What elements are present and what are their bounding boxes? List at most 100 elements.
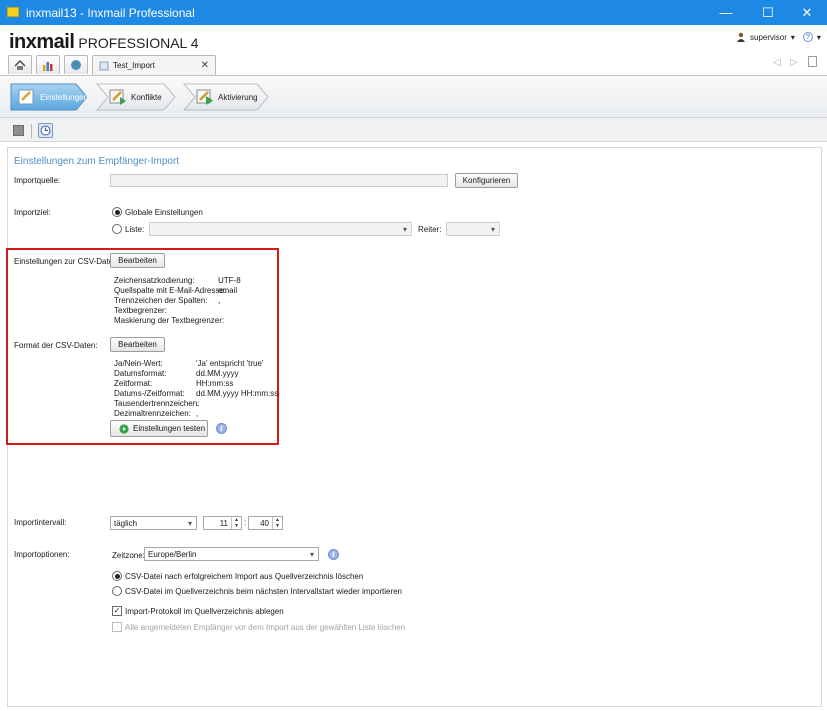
inxmail-logo: inxmail PROFESSIONAL 4 bbox=[9, 31, 199, 54]
csv-format-value: , bbox=[196, 409, 199, 418]
csv-file-key: Textbegrenzer: bbox=[114, 306, 167, 315]
chevron-down-icon: ▾ bbox=[490, 224, 495, 234]
list-select[interactable]: ▾ bbox=[149, 222, 412, 236]
list-radio[interactable] bbox=[112, 224, 122, 234]
csv-file-key: Trennzeichen der Spalten: bbox=[114, 296, 208, 305]
user-dropdown-icon: ▾ bbox=[790, 32, 795, 42]
delete-csv-label: CSV-Datei nach erfolgreichem Import aus … bbox=[125, 572, 364, 581]
tab-test-import[interactable]: Test_Import ✕ bbox=[92, 55, 216, 75]
timezone-label: Zeitzone: bbox=[112, 551, 145, 560]
csv-file-key: Quellspalte mit E-Mail-Adresse: bbox=[114, 286, 227, 295]
tab-label: Test_Import bbox=[113, 61, 155, 70]
csv-format-key: Datums-/Zeitformat: bbox=[114, 389, 185, 398]
csv-file-value: , bbox=[218, 296, 221, 305]
csv-format-label: Format der CSV-Daten: bbox=[14, 341, 98, 350]
app-icon bbox=[7, 7, 19, 17]
window-title: inxmail13 - Inxmail Professional bbox=[26, 6, 195, 20]
interval-select-value: täglich bbox=[114, 518, 138, 528]
home-tab[interactable] bbox=[8, 55, 32, 74]
csv-format-values: 'Ja' entspricht 'true' dd.MM.yyyy HH:mm:… bbox=[196, 359, 278, 419]
toolbar bbox=[0, 118, 827, 142]
clock-icon bbox=[40, 125, 51, 136]
list-label: Liste: bbox=[125, 225, 145, 234]
reimport-csv-label: CSV-Datei im Quellverzeichnis beim nächs… bbox=[125, 587, 402, 596]
csv-format-value: 'Ja' entspricht 'true' bbox=[196, 359, 264, 368]
hour-stepper[interactable]: 11 ▲ ▼ bbox=[203, 516, 242, 530]
reiter-label: Reiter: bbox=[418, 225, 442, 234]
interval-select[interactable]: täglich ▾ bbox=[110, 516, 197, 530]
chevron-down-icon: ▾ bbox=[309, 549, 314, 559]
minute-stepper[interactable]: 40 ▲ ▼ bbox=[248, 516, 283, 530]
csv-format-value: . bbox=[196, 399, 199, 408]
reimport-csv-radio[interactable] bbox=[112, 586, 122, 596]
global-tab[interactable] bbox=[64, 55, 88, 74]
csv-file-value: UTF-8 bbox=[218, 276, 241, 285]
chevron-down-icon: ▾ bbox=[187, 518, 192, 528]
close-window-button[interactable]: ✕ bbox=[784, 0, 827, 25]
configure-button[interactable]: Konfigurieren bbox=[455, 173, 518, 188]
csv-format-value: dd.MM.yyyy HH:mm:ss bbox=[196, 389, 279, 398]
minute-value: 40 bbox=[260, 518, 269, 528]
protocol-checkbox[interactable]: ✓ bbox=[112, 606, 122, 616]
timezone-select[interactable]: Europe/Berlin ▾ bbox=[144, 547, 319, 561]
delete-csv-radio[interactable] bbox=[112, 571, 122, 581]
back-arrow-icon[interactable]: ◁ bbox=[773, 57, 781, 68]
help-icon[interactable]: ? bbox=[802, 32, 813, 42]
user-name: supervisor bbox=[750, 32, 787, 42]
csv-format-keys: Ja/Nein-Wert: Datumsformat: Zeitformat: … bbox=[114, 359, 199, 419]
toolbar-divider bbox=[31, 124, 32, 138]
conflicts-step-icon bbox=[109, 89, 126, 105]
wizard-step-label: Einstellungen bbox=[40, 92, 89, 102]
info-icon[interactable]: i bbox=[216, 423, 227, 434]
logo-product: PROFESSIONAL 4 bbox=[78, 35, 199, 51]
play-icon bbox=[119, 423, 129, 434]
csv-file-key: Zeichensatzkodierung: bbox=[114, 276, 195, 285]
stepper-down-icon[interactable]: ▼ bbox=[232, 523, 241, 529]
wizard-step-conflicts[interactable]: Konflikte bbox=[109, 83, 162, 111]
csv-format-key: Datumsformat: bbox=[114, 369, 167, 378]
csv-format-key: Ja/Nein-Wert: bbox=[114, 359, 163, 368]
csv-format-edit-button[interactable]: Bearbeiten bbox=[110, 337, 165, 352]
import-interval-label: Importintervall: bbox=[14, 518, 67, 527]
user-menu[interactable]: supervisor ▾ ? ▾ bbox=[736, 32, 821, 42]
home-icon bbox=[14, 59, 26, 70]
wizard-step-settings[interactable]: Einstellungen bbox=[18, 83, 88, 111]
bar-chart-icon bbox=[43, 61, 53, 71]
stepper-down-icon[interactable]: ▼ bbox=[273, 523, 282, 529]
test-settings-button[interactable]: Einstellungen testen bbox=[110, 420, 208, 437]
tab-close-icon[interactable]: ✕ bbox=[201, 60, 209, 71]
csv-file-edit-button[interactable]: Bearbeiten bbox=[110, 253, 165, 268]
help-dropdown-icon: ▾ bbox=[816, 32, 821, 42]
tab-document-icon bbox=[99, 61, 109, 70]
csv-file-key: Maskierung der Textbegrenzer: bbox=[114, 316, 225, 325]
csv-file-values: UTF-8 email , bbox=[218, 276, 241, 326]
save-icon[interactable] bbox=[13, 125, 24, 136]
schedule-button[interactable] bbox=[38, 123, 53, 138]
test-settings-label: Einstellungen testen bbox=[133, 424, 206, 433]
page-icon[interactable] bbox=[808, 56, 817, 67]
chevron-down-icon: ▾ bbox=[402, 224, 407, 234]
reiter-select[interactable]: ▾ bbox=[446, 222, 500, 236]
csv-format-key: Tausendertrennzeichen: bbox=[114, 399, 200, 408]
timezone-info-icon[interactable]: i bbox=[328, 549, 339, 560]
globe-icon bbox=[71, 60, 81, 70]
csv-file-label: Einstellungen zur CSV-Datei: bbox=[14, 257, 118, 266]
import-source-field[interactable] bbox=[110, 174, 448, 187]
global-settings-label: Globale Einstellungen bbox=[125, 208, 203, 217]
user-icon bbox=[737, 32, 745, 42]
window-titlebar: inxmail13 - Inxmail Professional — ☐ ✕ bbox=[0, 0, 827, 25]
section-title: Einstellungen zum Empfänger-Import bbox=[14, 156, 180, 167]
minimize-button[interactable]: — bbox=[703, 0, 749, 25]
csv-file-value: email bbox=[218, 286, 238, 295]
csv-format-key: Dezimaltrennzeichen: bbox=[114, 409, 191, 418]
protocol-label: Import-Protokoll im Quellverzeichnis abl… bbox=[125, 607, 284, 616]
wizard-step-label: Aktivierung bbox=[218, 92, 258, 102]
csv-format-value: HH:mm:ss bbox=[196, 379, 234, 388]
wizard-step-activation[interactable]: Aktivierung bbox=[196, 83, 258, 111]
reports-tab[interactable] bbox=[36, 55, 60, 74]
global-settings-radio[interactable] bbox=[112, 207, 122, 217]
delete-recipients-checkbox[interactable] bbox=[112, 622, 122, 632]
import-options-label: Importoptionen: bbox=[14, 550, 70, 559]
forward-arrow-icon[interactable]: ▷ bbox=[790, 57, 798, 68]
csv-file-value bbox=[218, 316, 241, 326]
